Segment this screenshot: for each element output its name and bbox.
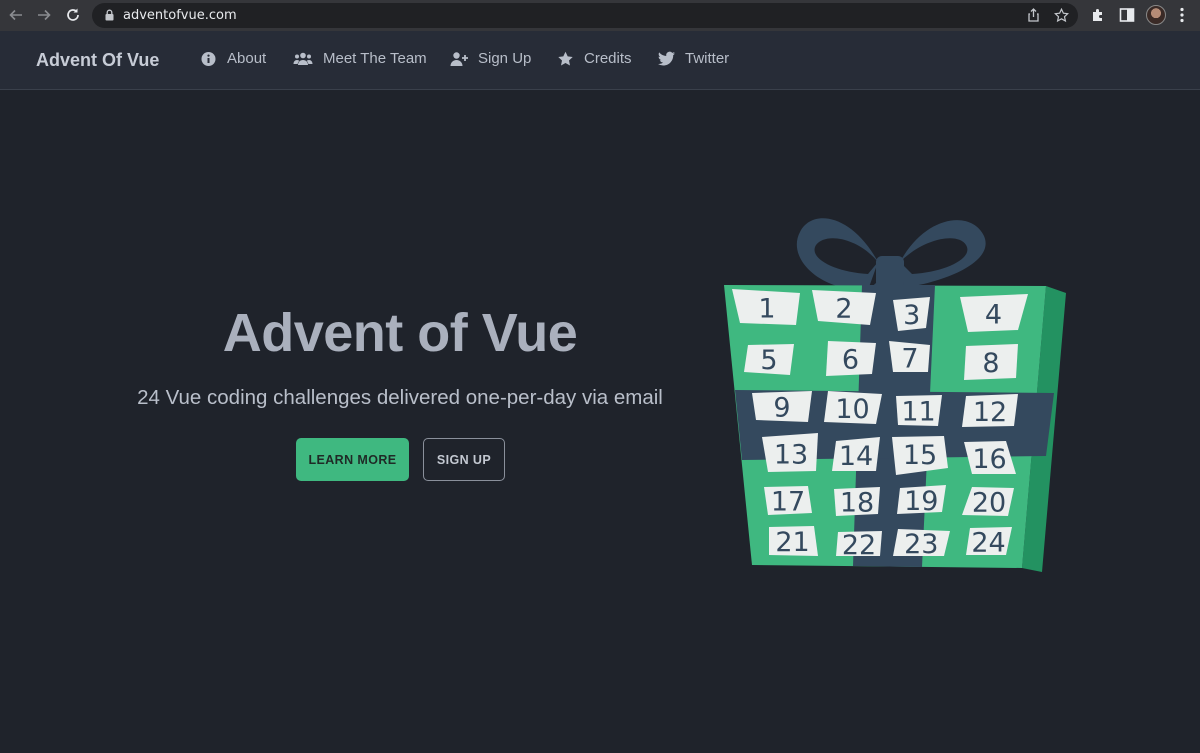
calendar-day-number: 6 — [842, 345, 859, 376]
calendar-day-number: 10 — [835, 394, 869, 425]
calendar-day-number: 23 — [904, 529, 938, 560]
calendar-day-number: 4 — [985, 299, 1002, 330]
calendar-day-number: 2 — [835, 293, 852, 324]
calendar-day-number: 9 — [773, 393, 790, 424]
calendar-day-number: 22 — [842, 530, 876, 561]
calendar-day-number: 14 — [839, 441, 873, 472]
calendar-day-number: 1 — [758, 294, 775, 325]
calendar-day-number: 5 — [760, 345, 777, 376]
calendar-day-number: 15 — [903, 440, 937, 471]
calendar-day-number: 19 — [904, 486, 938, 517]
calendar-day-number: 24 — [971, 527, 1005, 558]
calendar-day-number: 16 — [972, 444, 1006, 475]
calendar-day-number: 20 — [972, 488, 1006, 519]
calendar-day-number: 3 — [903, 300, 920, 331]
calendar-day-number: 17 — [771, 486, 805, 517]
gift-bow — [796, 218, 986, 291]
advent-calendar-gift-illustration: 1 2 3 45 6 7 89 10 11 1213 14 15 1617 18 19 2021 22 23 24 — [724, 218, 1066, 572]
calendar-day-number: 7 — [901, 344, 918, 375]
calendar-day-number: 13 — [774, 439, 808, 470]
calendar-day-number: 12 — [973, 397, 1007, 428]
calendar-day-number: 11 — [901, 397, 935, 428]
calendar-day-number: 18 — [840, 488, 874, 519]
calendar-day-number: 21 — [775, 527, 809, 558]
calendar-day-number: 8 — [982, 348, 999, 379]
